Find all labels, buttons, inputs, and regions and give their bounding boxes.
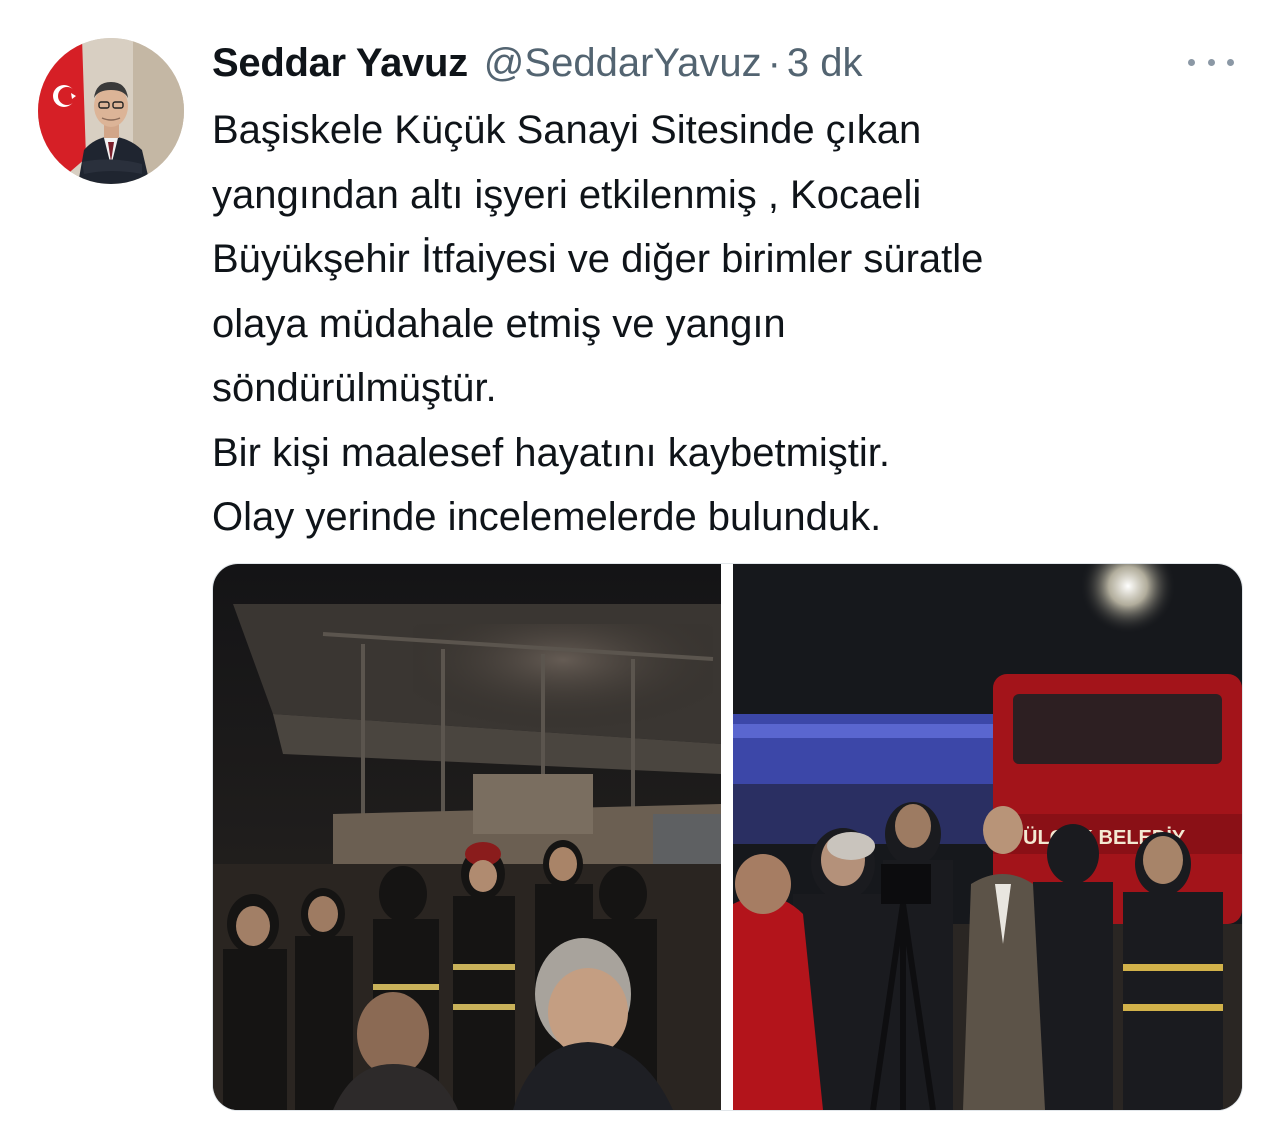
timestamp[interactable]: 3 dk xyxy=(787,41,863,86)
tweet-text-line: yangından altı işyeri etkilenmiş , Kocae… xyxy=(212,172,922,217)
tweet-text-line: Bir kişi maalesef hayatını kaybetmiştir. xyxy=(212,430,891,475)
tweet-text-line: Büyükşehir İtfaiyesi ve diğer birimler s… xyxy=(212,237,984,281)
more-dot-2 xyxy=(1207,58,1215,66)
tweet-text-line: söndürülmüştür. xyxy=(212,366,497,410)
media-photo-1[interactable] xyxy=(213,564,721,1110)
photo-fire-truck-officials: ÜLCÜK BELEDİY xyxy=(733,564,1242,1110)
tweet-text: Başiskele Küçük Sanayi Sitesinde çıkan y… xyxy=(212,98,1232,550)
avatar[interactable] xyxy=(38,38,184,184)
tweet-header: Seddar Yavuz @SeddarYavuz · 3 dk xyxy=(212,38,863,88)
media-gap xyxy=(721,564,733,1110)
more-dot-3 xyxy=(1227,58,1234,66)
tweet-card[interactable]: Seddar Yavuz @SeddarYavuz · 3 dk Başiske… xyxy=(0,0,1280,1147)
separator-dot: · xyxy=(767,40,781,85)
tweet-text-line: olaya müdahale etmiş ve yangın xyxy=(212,301,786,346)
photo-crowd-firefighters xyxy=(213,564,721,1110)
author-handle[interactable]: @SeddarYavuz xyxy=(484,41,762,86)
avatar-photo xyxy=(38,38,184,184)
more-dot-1 xyxy=(1188,58,1195,66)
more-horizontal-icon[interactable] xyxy=(1188,50,1234,74)
tweet-media: ÜLCÜK BELEDİY xyxy=(212,563,1243,1111)
tweet-text-line: Olay yerinde incelemelerde bulunduk. xyxy=(212,495,882,539)
media-photo-2[interactable]: ÜLCÜK BELEDİY xyxy=(733,564,1242,1110)
author-name[interactable]: Seddar Yavuz xyxy=(212,41,468,86)
tweet-text-line: Başiskele Küçük Sanayi Sitesinde çıkan xyxy=(212,108,922,152)
